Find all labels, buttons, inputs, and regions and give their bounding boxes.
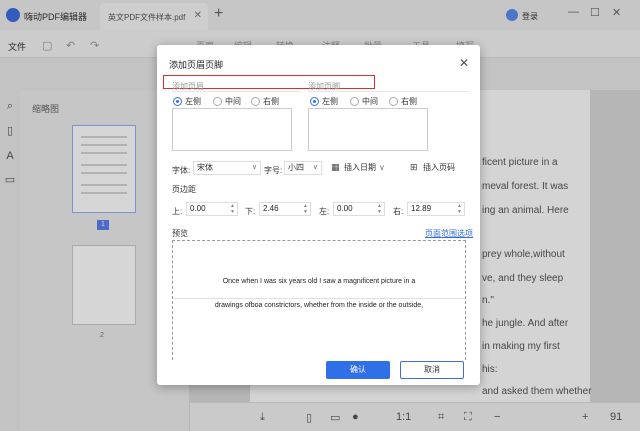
- margin-left-label: 左:: [319, 207, 330, 216]
- chevron-down-icon: ∨: [312, 164, 318, 171]
- margin-right-label: 右:: [393, 207, 404, 216]
- font-size-label: 字号:: [264, 166, 283, 175]
- margin-bottom-label: 下:: [245, 207, 256, 216]
- chevron-down-icon: ∨: [251, 164, 257, 171]
- cancel-button[interactable]: 取消: [400, 361, 464, 379]
- font-size-select[interactable]: 小四 ∨: [284, 161, 322, 175]
- page-range-options-link[interactable]: 页面范围选项: [425, 228, 473, 239]
- margin-label: 页边距: [172, 185, 196, 194]
- header-footer-dialog: 添加页眉页脚 ✕ 添加页眉 添加页脚 左侧 中间 右侧 左侧 中间 右侧 字体:…: [157, 45, 480, 385]
- margin-top-label: 上:: [172, 207, 183, 216]
- margin-top-input[interactable]: 0.00 ▲ ▼: [186, 202, 238, 216]
- insert-date-button[interactable]: ▦ 插入日期 ∨: [331, 162, 385, 173]
- preview-divider: [173, 298, 465, 299]
- preview-text-line: drawings ofboa constrictors, whether fro…: [214, 302, 424, 309]
- page-number-icon: ⊞: [410, 162, 418, 172]
- dialog-title: 添加页眉页脚: [169, 60, 224, 70]
- preview-panel: Once when I was six years old I saw a ma…: [172, 240, 466, 360]
- calendar-icon: ▦: [331, 162, 340, 172]
- header-section-divider: [172, 91, 300, 92]
- font-label: 字体:: [172, 166, 191, 175]
- header-text-area[interactable]: [172, 108, 292, 151]
- preview-text-line: Once when I was six years old I saw a ma…: [222, 278, 416, 285]
- margin-bottom-input[interactable]: 2.46 ▲ ▼: [259, 202, 311, 216]
- margin-right-input[interactable]: 12.89 ▲ ▼: [407, 202, 465, 216]
- footer-section-divider: [308, 91, 468, 92]
- margin-left-input[interactable]: 0.00 ▲ ▼: [333, 202, 385, 216]
- preview-label: 预览: [172, 229, 188, 238]
- confirm-button[interactable]: 确认: [326, 361, 390, 379]
- footer-text-area[interactable]: [308, 108, 428, 151]
- dialog-close-icon[interactable]: ✕: [459, 56, 469, 70]
- insert-page-number-button[interactable]: ⊞ 插入页码: [410, 162, 455, 173]
- font-select[interactable]: 宋体 ∨: [193, 161, 261, 175]
